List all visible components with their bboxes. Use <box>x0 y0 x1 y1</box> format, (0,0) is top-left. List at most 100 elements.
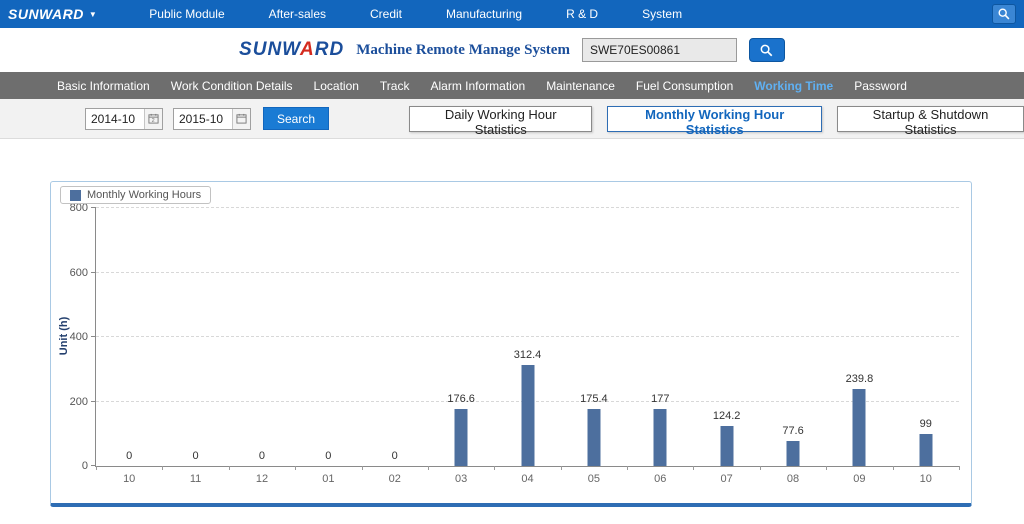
brand-logo-prefix: SUNW <box>239 39 300 60</box>
x-tick-label: 07 <box>721 473 733 485</box>
bar-value-label: 124.2 <box>713 410 741 422</box>
y-tick-label: 400 <box>70 331 88 343</box>
tab-basic-information[interactable]: Basic Information <box>57 79 150 93</box>
x-tick-label: 02 <box>389 473 401 485</box>
y-tick-label: 200 <box>70 396 88 408</box>
x-tick-label: 01 <box>322 473 334 485</box>
x-tick-mark <box>428 466 429 470</box>
section-tab-bar: Basic Information Work Condition Details… <box>0 72 1024 99</box>
x-tick-mark <box>295 466 296 470</box>
tab-alarm-information[interactable]: Alarm Information <box>430 79 525 93</box>
tab-track[interactable]: Track <box>380 79 410 93</box>
page-title: Machine Remote Manage System <box>356 42 570 59</box>
x-tick-label: 09 <box>853 473 865 485</box>
tab-fuel-consumption[interactable]: Fuel Consumption <box>636 79 733 93</box>
search-icon <box>997 7 1011 21</box>
calendar-icon: 2 <box>148 113 159 124</box>
tab-work-condition-details[interactable]: Work Condition Details <box>171 79 293 93</box>
tab-maintenance[interactable]: Maintenance <box>546 79 615 93</box>
chart-panel: Monthly Working Hours Unit (h) 020040060… <box>50 181 972 507</box>
bar <box>587 409 600 466</box>
top-nav-menu: Public Module After-sales Credit Manufac… <box>149 7 682 21</box>
top-nav-bar: SUNWARD ▼ Public Module After-sales Cred… <box>0 0 1024 28</box>
bar <box>720 426 733 466</box>
filter-toolbar: 2 Search Daily Working Hour Statistics M… <box>0 99 1024 139</box>
machine-id-input[interactable] <box>582 38 737 62</box>
bar-value-label: 176.6 <box>447 393 475 405</box>
top-search-button[interactable] <box>992 4 1016 24</box>
y-tick-mark <box>91 207 96 208</box>
x-tick-mark <box>96 466 97 470</box>
calendar-icon <box>236 113 247 124</box>
x-tick-mark <box>893 466 894 470</box>
top-nav-item-rd[interactable]: R & D <box>566 7 598 21</box>
header-search-button[interactable] <box>749 38 785 62</box>
date-to-box <box>173 108 251 130</box>
daily-working-hour-statistics-button[interactable]: Daily Working Hour Statistics <box>409 106 592 132</box>
bar <box>521 365 534 466</box>
x-tick-label: 05 <box>588 473 600 485</box>
monthly-working-hour-statistics-button[interactable]: Monthly Working Hour Statistics <box>607 106 822 132</box>
x-tick-label: 10 <box>123 473 135 485</box>
bar-value-label: 77.6 <box>782 425 803 437</box>
top-nav-item-manufacturing[interactable]: Manufacturing <box>446 7 522 21</box>
bar <box>455 409 468 466</box>
top-nav-item-system[interactable]: System <box>642 7 682 21</box>
x-tick-mark <box>959 466 960 470</box>
search-icon <box>759 43 774 58</box>
x-tick-mark <box>826 466 827 470</box>
x-tick-label: 06 <box>654 473 666 485</box>
y-tick-mark <box>91 336 96 337</box>
x-tick-label: 04 <box>521 473 533 485</box>
brand-logo-accent: A <box>300 39 315 60</box>
date-from-box: 2 <box>85 108 163 130</box>
x-tick-mark <box>693 466 694 470</box>
x-tick-label: 11 <box>190 473 201 485</box>
bar-value-label: 175.4 <box>580 393 608 405</box>
y-gridline <box>96 336 959 337</box>
tab-location[interactable]: Location <box>314 79 359 93</box>
startup-shutdown-statistics-button[interactable]: Startup & Shutdown Statistics <box>837 106 1024 132</box>
bar-chart-plot-area: 0200400600800010011012001002176.603312.4… <box>95 208 959 467</box>
brand-logo-suffix: RD <box>315 39 344 60</box>
bar <box>853 389 866 466</box>
date-from-calendar-button[interactable]: 2 <box>144 109 162 129</box>
x-tick-label: 12 <box>256 473 268 485</box>
search-button[interactable]: Search <box>263 107 329 130</box>
x-tick-label: 03 <box>455 473 467 485</box>
bar <box>787 441 800 466</box>
date-from-input[interactable] <box>86 109 144 129</box>
brand-logo: SUNWARD <box>239 39 344 61</box>
tab-password[interactable]: Password <box>854 79 907 93</box>
top-nav-item-after-sales[interactable]: After-sales <box>269 7 326 21</box>
x-tick-mark <box>627 466 628 470</box>
statistics-button-group: Daily Working Hour Statistics Monthly Wo… <box>409 106 1024 132</box>
x-tick-label: 08 <box>787 473 799 485</box>
bar-value-label: 239.8 <box>846 373 874 385</box>
top-nav-item-public-module[interactable]: Public Module <box>149 7 224 21</box>
bar-value-label: 99 <box>920 418 932 430</box>
legend-label: Monthly Working Hours <box>87 189 201 201</box>
app-header: SUNWARD Machine Remote Manage System <box>0 28 1024 72</box>
date-to-calendar-button[interactable] <box>232 109 250 129</box>
y-gridline <box>96 207 959 208</box>
chart-legend[interactable]: Monthly Working Hours <box>60 186 211 204</box>
x-tick-mark <box>362 466 363 470</box>
tab-working-time[interactable]: Working Time <box>754 79 833 93</box>
top-nav-item-credit[interactable]: Credit <box>370 7 402 21</box>
y-axis-label: Unit (h) <box>58 317 70 355</box>
bar-value-label: 0 <box>193 450 199 462</box>
chevron-down-icon: ▼ <box>89 10 97 19</box>
bar-value-label: 0 <box>126 450 132 462</box>
x-tick-mark <box>162 466 163 470</box>
x-tick-mark <box>229 466 230 470</box>
bar <box>654 409 667 466</box>
bar-value-label: 0 <box>392 450 398 462</box>
x-tick-label: 10 <box>920 473 932 485</box>
y-tick-mark <box>91 401 96 402</box>
sunward-logo[interactable]: SUNWARD ▼ <box>8 6 97 22</box>
bar <box>919 434 932 466</box>
date-to-input[interactable] <box>174 109 232 129</box>
sunward-logo-text: SUNWARD <box>8 6 84 22</box>
y-tick-label: 600 <box>70 267 88 279</box>
